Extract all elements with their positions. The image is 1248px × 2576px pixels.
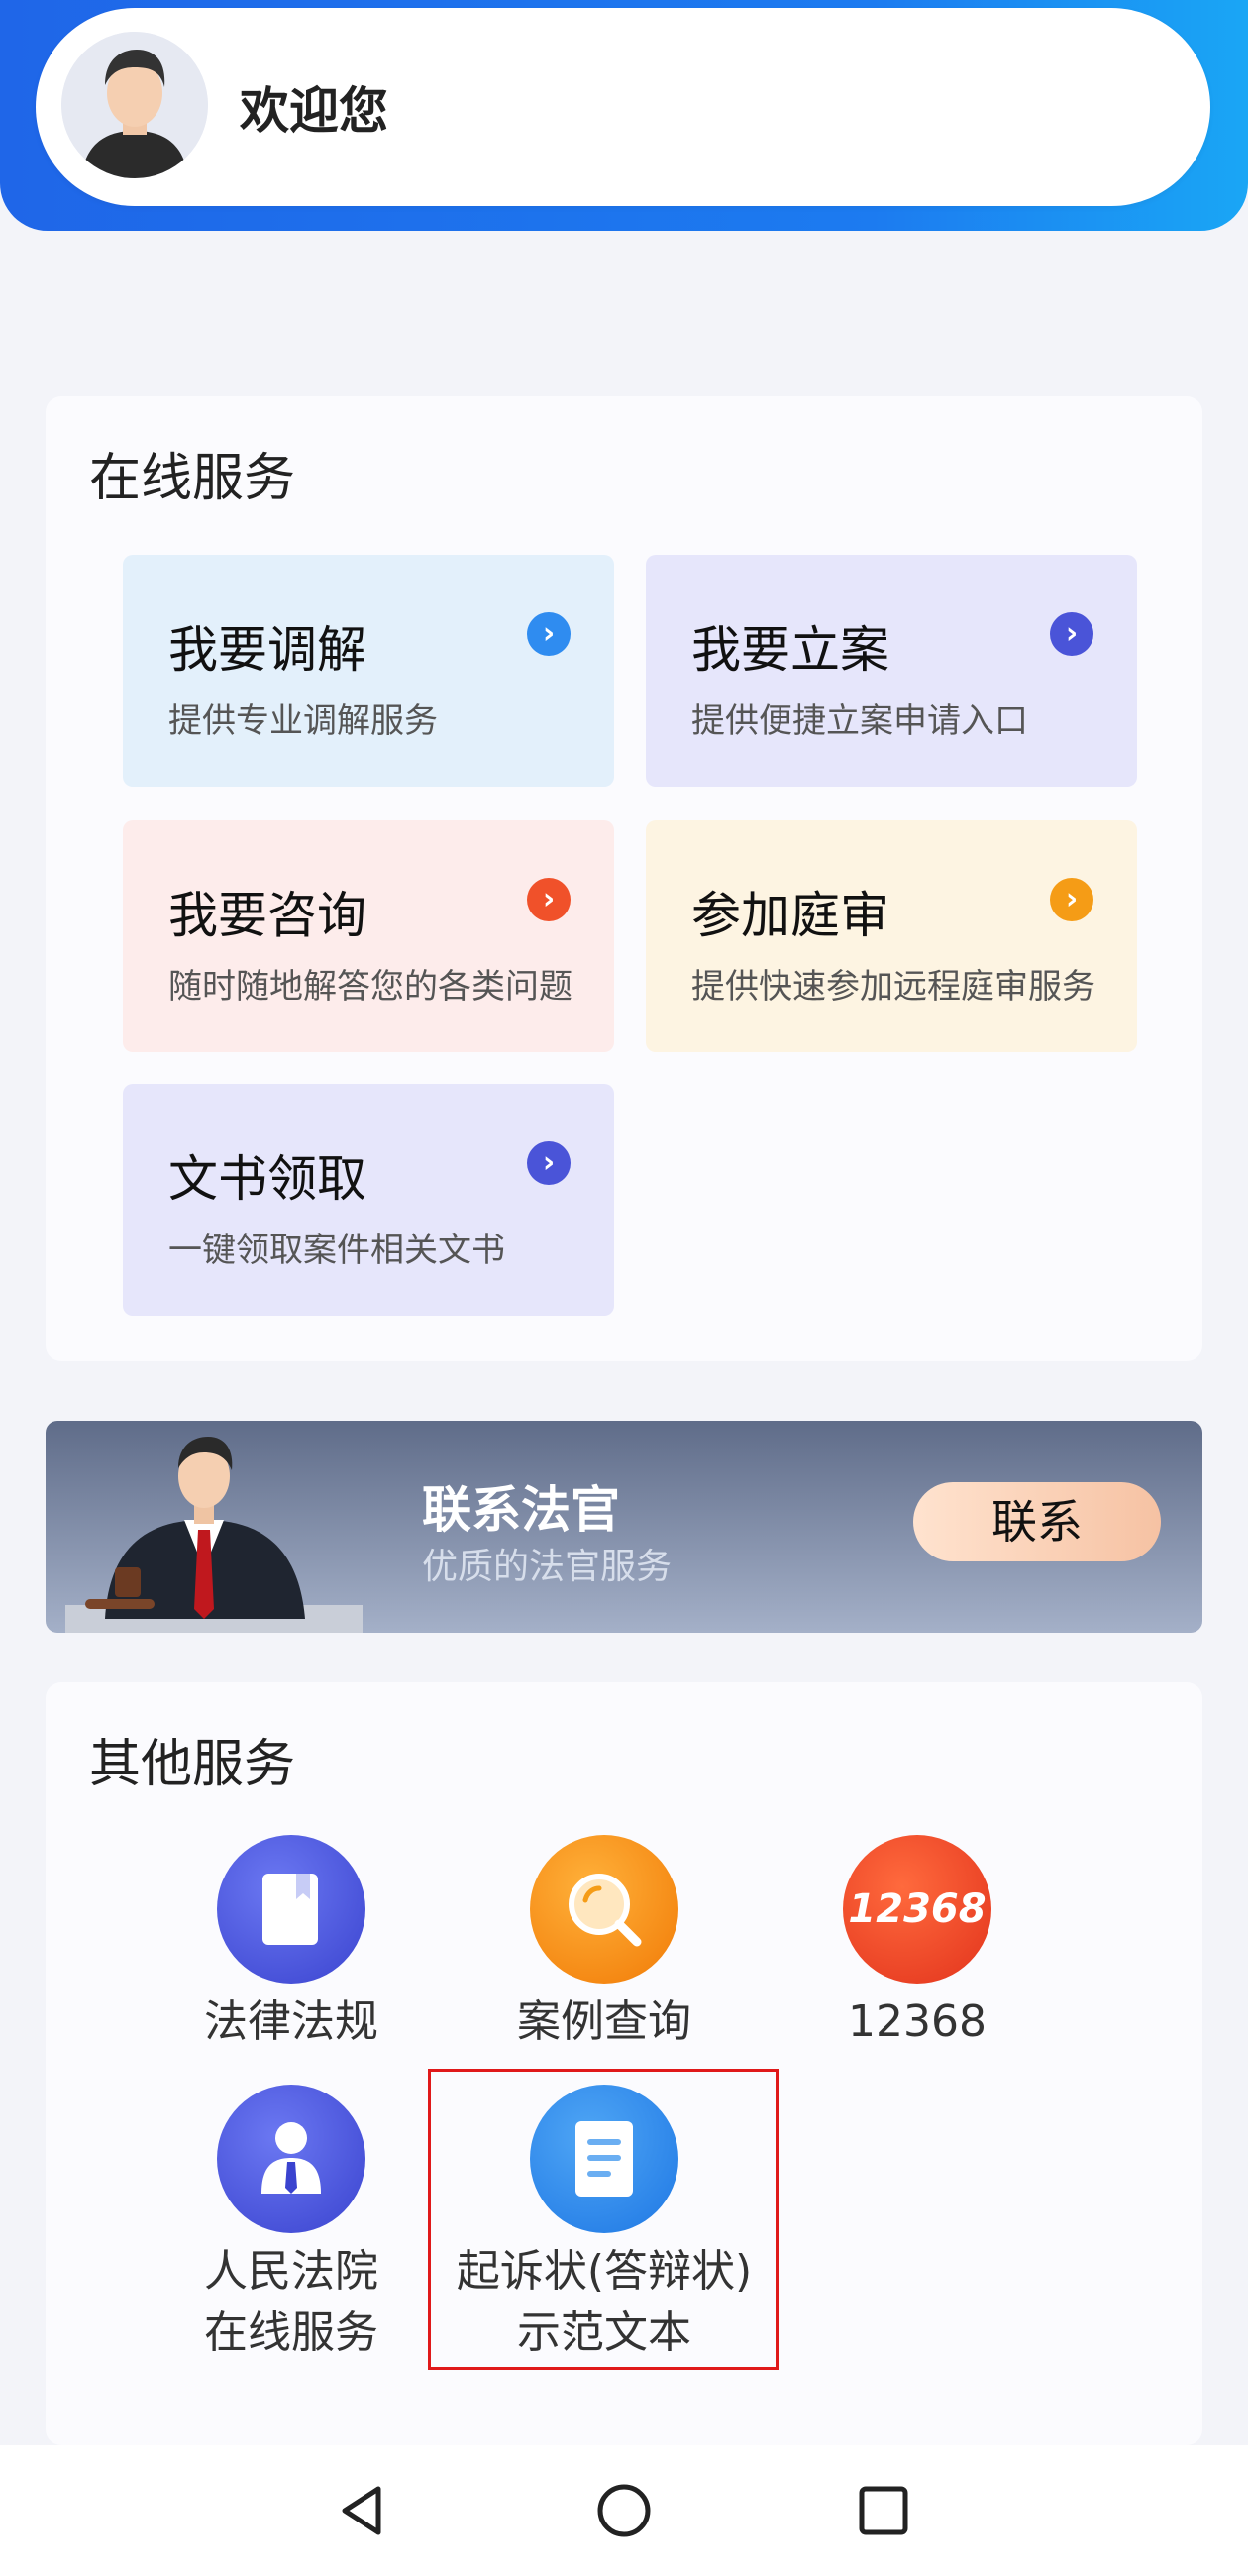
service-desc: 一键领取案件相关文书 <box>168 1231 505 1270</box>
service-label: 人民法院 在线服务 <box>204 2246 378 2358</box>
search-icon <box>530 1835 678 1984</box>
chevron-right-icon <box>1050 612 1093 656</box>
chevron-right-icon <box>527 612 571 656</box>
service-label: 案例查询 <box>517 1996 691 2047</box>
chevron-right-icon <box>527 1141 571 1185</box>
hotline-12368-icon: 12368 <box>843 1835 991 1984</box>
selection-highlight <box>428 2069 779 2370</box>
service-label: 12368 <box>848 1996 987 2047</box>
chevron-right-icon <box>1050 878 1093 921</box>
chevron-right-icon <box>527 878 571 921</box>
welcome-card <box>36 8 1210 206</box>
service-title: 我要咨询 <box>168 887 366 944</box>
service-desc: 提供便捷立案申请入口 <box>691 701 1028 741</box>
back-icon[interactable] <box>333 2481 392 2540</box>
person-icon <box>217 2085 365 2233</box>
service-desc: 随时随地解答您的各类问题 <box>168 967 572 1007</box>
service-label: 法律法规 <box>204 1996 378 2047</box>
service-documents-card[interactable]: 文书领取 一键领取案件相关文书 <box>123 1084 614 1316</box>
service-title: 我要立案 <box>691 621 889 679</box>
service-mediation-card[interactable]: 我要调解 提供专业调解服务 <box>123 555 614 787</box>
laws-regulations-item[interactable]: 法律法规 <box>143 1835 440 2053</box>
welcome-text: 欢迎您 <box>240 82 388 140</box>
recent-apps-icon[interactable] <box>854 2481 913 2540</box>
service-title: 我要调解 <box>168 621 366 679</box>
service-trial-card[interactable]: 参加庭审 提供快速参加远程庭审服务 <box>646 820 1137 1052</box>
service-title: 参加庭审 <box>691 887 889 944</box>
case-search-item[interactable]: 案例查询 <box>456 1835 753 2053</box>
service-desc: 提供专业调解服务 <box>168 701 438 741</box>
judge-illustration <box>65 1437 363 1633</box>
service-consult-card[interactable]: 我要咨询 随时随地解答您的各类问题 <box>123 820 614 1052</box>
court-online-service-item[interactable]: 人民法院 在线服务 <box>143 2085 440 2364</box>
banner-subtitle: 优质的法官服务 <box>422 1547 673 1587</box>
service-filing-card[interactable]: 我要立案 提供便捷立案申请入口 <box>646 555 1137 787</box>
other-services-title: 其他服务 <box>89 1735 296 1794</box>
online-services-title: 在线服务 <box>89 449 296 508</box>
hotline-12368-item[interactable]: 12368 12368 <box>769 1835 1066 2053</box>
home-icon[interactable] <box>594 2481 654 2540</box>
service-title: 文书领取 <box>168 1150 366 1208</box>
banner-title: 联系法官 <box>422 1481 620 1539</box>
system-navbar <box>0 2445 1248 2576</box>
book-icon <box>217 1835 365 1984</box>
contact-button[interactable]: 联系 <box>913 1482 1161 1561</box>
contact-judge-banner[interactable]: 联系法官 优质的法官服务 联系 <box>46 1421 1202 1633</box>
service-desc: 提供快速参加远程庭审服务 <box>691 967 1095 1007</box>
avatar[interactable] <box>61 32 208 178</box>
